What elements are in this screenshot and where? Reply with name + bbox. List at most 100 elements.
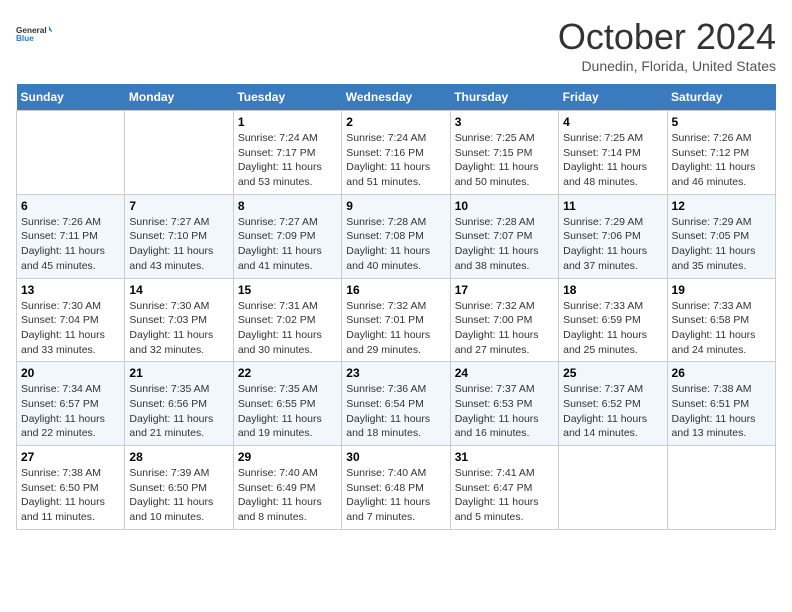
day-info: Sunrise: 7:37 AMSunset: 6:52 PMDaylight:… <box>563 382 662 441</box>
calendar-cell: 22 Sunrise: 7:35 AMSunset: 6:55 PMDaylig… <box>233 362 341 446</box>
day-number: 1 <box>238 115 337 129</box>
month-title: October 2024 <box>558 16 776 58</box>
day-info: Sunrise: 7:35 AMSunset: 6:55 PMDaylight:… <box>238 382 337 441</box>
day-number: 21 <box>129 366 228 380</box>
day-info: Sunrise: 7:31 AMSunset: 7:02 PMDaylight:… <box>238 299 337 358</box>
day-info: Sunrise: 7:28 AMSunset: 7:07 PMDaylight:… <box>455 215 554 274</box>
day-number: 12 <box>672 199 771 213</box>
day-info: Sunrise: 7:25 AMSunset: 7:15 PMDaylight:… <box>455 131 554 190</box>
day-info: Sunrise: 7:24 AMSunset: 7:17 PMDaylight:… <box>238 131 337 190</box>
day-number: 10 <box>455 199 554 213</box>
calendar-cell: 4 Sunrise: 7:25 AMSunset: 7:14 PMDayligh… <box>559 111 667 195</box>
calendar-cell: 9 Sunrise: 7:28 AMSunset: 7:08 PMDayligh… <box>342 194 450 278</box>
day-info: Sunrise: 7:33 AMSunset: 6:59 PMDaylight:… <box>563 299 662 358</box>
day-number: 6 <box>21 199 120 213</box>
calendar-cell: 12 Sunrise: 7:29 AMSunset: 7:05 PMDaylig… <box>667 194 775 278</box>
day-number: 29 <box>238 450 337 464</box>
calendar-cell: 7 Sunrise: 7:27 AMSunset: 7:10 PMDayligh… <box>125 194 233 278</box>
calendar-cell: 3 Sunrise: 7:25 AMSunset: 7:15 PMDayligh… <box>450 111 558 195</box>
day-number: 9 <box>346 199 445 213</box>
calendar-cell: 10 Sunrise: 7:28 AMSunset: 7:07 PMDaylig… <box>450 194 558 278</box>
calendar-cell: 1 Sunrise: 7:24 AMSunset: 7:17 PMDayligh… <box>233 111 341 195</box>
location-subtitle: Dunedin, Florida, United States <box>558 58 776 74</box>
title-section: October 2024 Dunedin, Florida, United St… <box>558 16 776 74</box>
day-number: 25 <box>563 366 662 380</box>
calendar-cell: 24 Sunrise: 7:37 AMSunset: 6:53 PMDaylig… <box>450 362 558 446</box>
calendar-cell: 25 Sunrise: 7:37 AMSunset: 6:52 PMDaylig… <box>559 362 667 446</box>
day-info: Sunrise: 7:26 AMSunset: 7:12 PMDaylight:… <box>672 131 771 190</box>
page-header: General Blue October 2024 Dunedin, Flori… <box>16 16 776 74</box>
day-number: 18 <box>563 283 662 297</box>
calendar-cell: 11 Sunrise: 7:29 AMSunset: 7:06 PMDaylig… <box>559 194 667 278</box>
day-number: 8 <box>238 199 337 213</box>
calendar-cell: 13 Sunrise: 7:30 AMSunset: 7:04 PMDaylig… <box>17 278 125 362</box>
calendar-cell: 28 Sunrise: 7:39 AMSunset: 6:50 PMDaylig… <box>125 446 233 530</box>
day-number: 2 <box>346 115 445 129</box>
calendar-cell: 5 Sunrise: 7:26 AMSunset: 7:12 PMDayligh… <box>667 111 775 195</box>
calendar-cell <box>17 111 125 195</box>
calendar-table: SundayMondayTuesdayWednesdayThursdayFrid… <box>16 84 776 530</box>
svg-text:Blue: Blue <box>16 34 34 43</box>
day-info: Sunrise: 7:28 AMSunset: 7:08 PMDaylight:… <box>346 215 445 274</box>
day-info: Sunrise: 7:37 AMSunset: 6:53 PMDaylight:… <box>455 382 554 441</box>
day-header-monday: Monday <box>125 84 233 111</box>
calendar-cell: 21 Sunrise: 7:35 AMSunset: 6:56 PMDaylig… <box>125 362 233 446</box>
day-info: Sunrise: 7:29 AMSunset: 7:05 PMDaylight:… <box>672 215 771 274</box>
logo: General Blue <box>16 16 52 52</box>
day-info: Sunrise: 7:35 AMSunset: 6:56 PMDaylight:… <box>129 382 228 441</box>
day-number: 17 <box>455 283 554 297</box>
day-info: Sunrise: 7:27 AMSunset: 7:10 PMDaylight:… <box>129 215 228 274</box>
day-number: 16 <box>346 283 445 297</box>
day-number: 3 <box>455 115 554 129</box>
calendar-cell: 29 Sunrise: 7:40 AMSunset: 6:49 PMDaylig… <box>233 446 341 530</box>
day-info: Sunrise: 7:41 AMSunset: 6:47 PMDaylight:… <box>455 466 554 525</box>
day-number: 20 <box>21 366 120 380</box>
calendar-cell: 6 Sunrise: 7:26 AMSunset: 7:11 PMDayligh… <box>17 194 125 278</box>
calendar-cell <box>125 111 233 195</box>
day-info: Sunrise: 7:30 AMSunset: 7:04 PMDaylight:… <box>21 299 120 358</box>
calendar-cell: 23 Sunrise: 7:36 AMSunset: 6:54 PMDaylig… <box>342 362 450 446</box>
day-info: Sunrise: 7:29 AMSunset: 7:06 PMDaylight:… <box>563 215 662 274</box>
logo-svg: General Blue <box>16 16 52 52</box>
day-header-wednesday: Wednesday <box>342 84 450 111</box>
day-number: 13 <box>21 283 120 297</box>
day-number: 28 <box>129 450 228 464</box>
day-number: 11 <box>563 199 662 213</box>
day-number: 22 <box>238 366 337 380</box>
svg-text:General: General <box>16 26 47 35</box>
calendar-cell <box>667 446 775 530</box>
calendar-cell: 31 Sunrise: 7:41 AMSunset: 6:47 PMDaylig… <box>450 446 558 530</box>
day-header-sunday: Sunday <box>17 84 125 111</box>
day-header-friday: Friday <box>559 84 667 111</box>
day-number: 31 <box>455 450 554 464</box>
day-info: Sunrise: 7:40 AMSunset: 6:48 PMDaylight:… <box>346 466 445 525</box>
day-number: 14 <box>129 283 228 297</box>
calendar-cell: 15 Sunrise: 7:31 AMSunset: 7:02 PMDaylig… <box>233 278 341 362</box>
day-header-thursday: Thursday <box>450 84 558 111</box>
day-info: Sunrise: 7:39 AMSunset: 6:50 PMDaylight:… <box>129 466 228 525</box>
day-header-saturday: Saturday <box>667 84 775 111</box>
calendar-cell <box>559 446 667 530</box>
calendar-cell: 27 Sunrise: 7:38 AMSunset: 6:50 PMDaylig… <box>17 446 125 530</box>
calendar-cell: 17 Sunrise: 7:32 AMSunset: 7:00 PMDaylig… <box>450 278 558 362</box>
day-info: Sunrise: 7:38 AMSunset: 6:50 PMDaylight:… <box>21 466 120 525</box>
day-number: 24 <box>455 366 554 380</box>
day-info: Sunrise: 7:32 AMSunset: 7:01 PMDaylight:… <box>346 299 445 358</box>
day-info: Sunrise: 7:34 AMSunset: 6:57 PMDaylight:… <box>21 382 120 441</box>
calendar-cell: 2 Sunrise: 7:24 AMSunset: 7:16 PMDayligh… <box>342 111 450 195</box>
day-header-tuesday: Tuesday <box>233 84 341 111</box>
day-info: Sunrise: 7:26 AMSunset: 7:11 PMDaylight:… <box>21 215 120 274</box>
day-number: 7 <box>129 199 228 213</box>
day-info: Sunrise: 7:40 AMSunset: 6:49 PMDaylight:… <box>238 466 337 525</box>
calendar-cell: 30 Sunrise: 7:40 AMSunset: 6:48 PMDaylig… <box>342 446 450 530</box>
day-number: 27 <box>21 450 120 464</box>
calendar-cell: 20 Sunrise: 7:34 AMSunset: 6:57 PMDaylig… <box>17 362 125 446</box>
calendar-cell: 8 Sunrise: 7:27 AMSunset: 7:09 PMDayligh… <box>233 194 341 278</box>
calendar-cell: 26 Sunrise: 7:38 AMSunset: 6:51 PMDaylig… <box>667 362 775 446</box>
day-info: Sunrise: 7:27 AMSunset: 7:09 PMDaylight:… <box>238 215 337 274</box>
day-info: Sunrise: 7:30 AMSunset: 7:03 PMDaylight:… <box>129 299 228 358</box>
day-info: Sunrise: 7:38 AMSunset: 6:51 PMDaylight:… <box>672 382 771 441</box>
day-info: Sunrise: 7:24 AMSunset: 7:16 PMDaylight:… <box>346 131 445 190</box>
day-number: 15 <box>238 283 337 297</box>
day-number: 30 <box>346 450 445 464</box>
